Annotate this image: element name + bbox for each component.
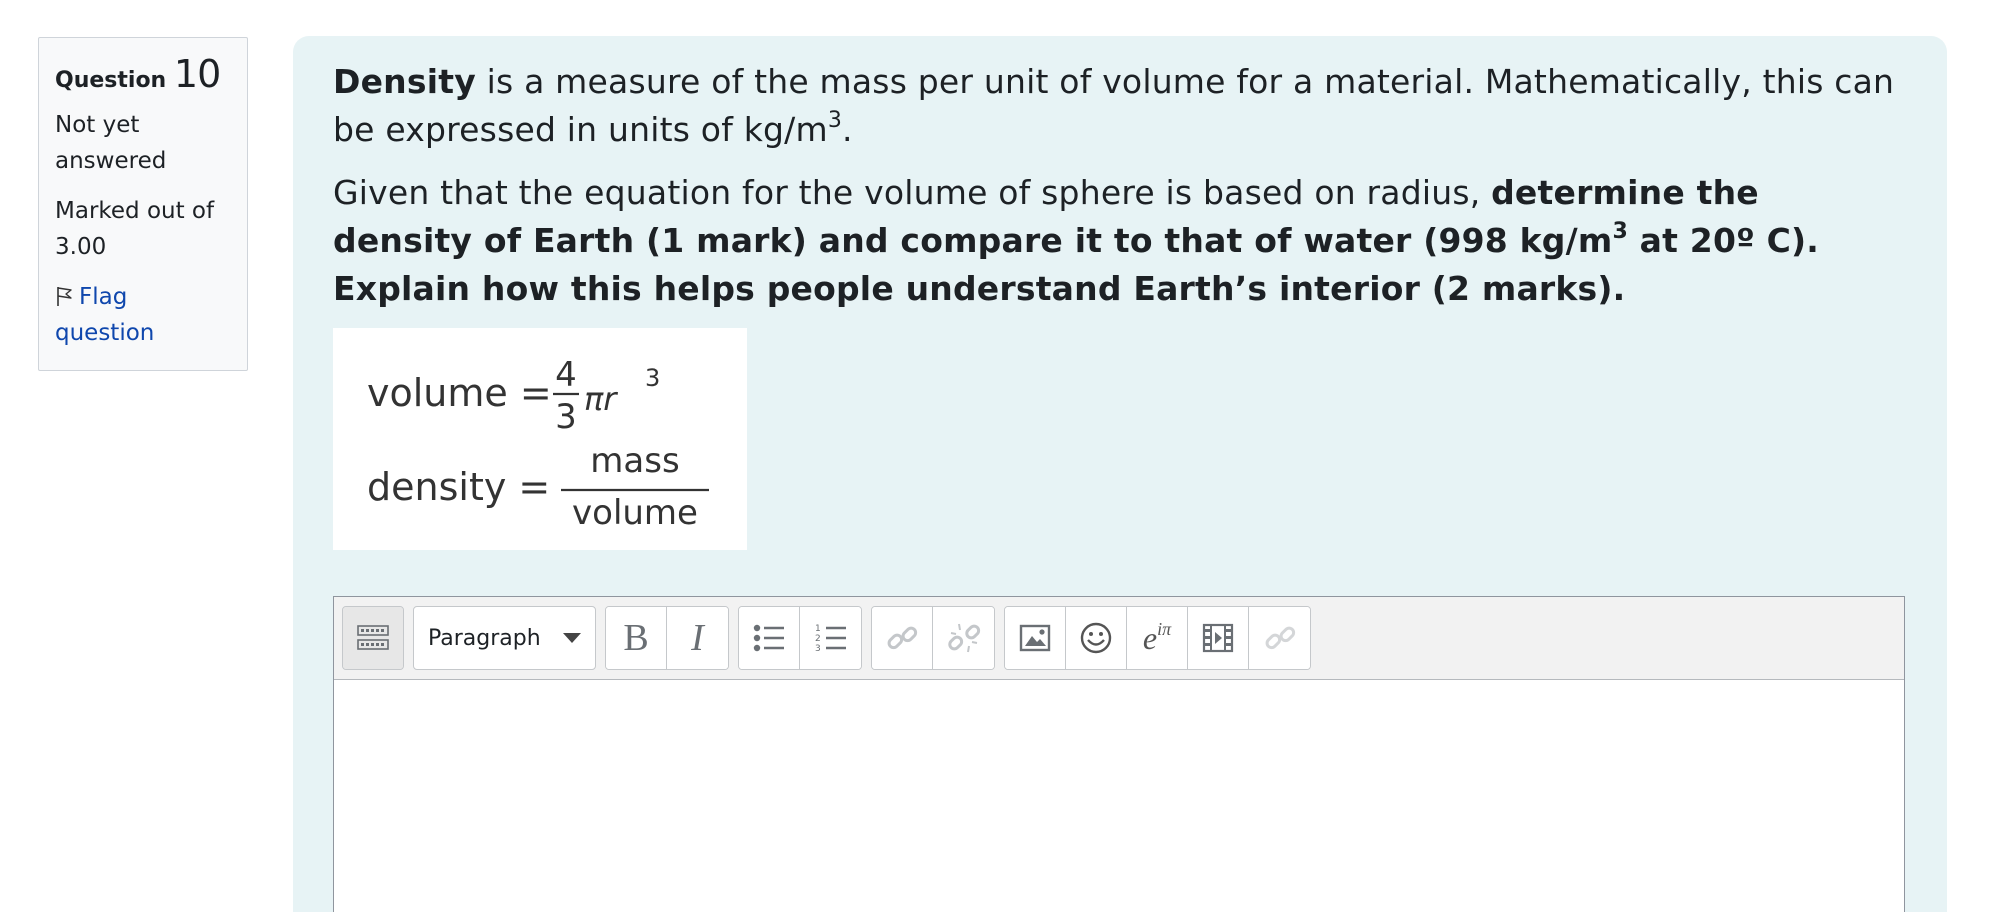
pi-r-term: πr <box>584 380 618 418</box>
chevron-down-icon <box>563 633 581 643</box>
question-number: Question 10 <box>55 52 231 103</box>
toolbar-group-insert: eiπ <box>1004 606 1311 670</box>
svg-text:3: 3 <box>815 644 821 654</box>
question-text: Density is a measure of the mass per uni… <box>333 58 1907 313</box>
question-state: Not yet answered <box>55 112 167 174</box>
media-icon <box>1202 623 1234 653</box>
insert-media-button[interactable] <box>1188 607 1249 669</box>
answer-editor: Paragraph B I 1 2 3 eiπ <box>333 596 1905 912</box>
volume-fraction-numerator: 4 <box>555 355 577 395</box>
toolbar-group-toggle <box>342 606 404 670</box>
density-fraction-denominator: volume <box>572 493 698 533</box>
bold-icon: B <box>623 617 649 659</box>
link-icon <box>887 626 918 650</box>
image-icon <box>1019 624 1051 652</box>
unlink-icon <box>947 623 980 653</box>
ordered-list-icon: 123 <box>815 624 846 654</box>
density-term: Density <box>333 62 476 101</box>
italic-icon: I <box>691 617 704 659</box>
emoji-icon <box>1080 622 1112 654</box>
toolbar-group-style: Paragraph <box>413 606 596 670</box>
link-button[interactable] <box>872 607 933 669</box>
show-more-buttons-button[interactable] <box>343 607 403 669</box>
toolbar-group-format: B I <box>605 606 729 670</box>
italic-button[interactable]: I <box>667 607 728 669</box>
manage-files-button[interactable] <box>1249 607 1310 669</box>
svg-text:1: 1 <box>815 624 821 634</box>
equation-icon: eiπ <box>1142 619 1172 656</box>
question-info-panel: Question 10 Not yet answered Marked out … <box>38 37 248 371</box>
question-number-value: 10 <box>173 52 221 96</box>
unordered-list-button[interactable] <box>739 607 800 669</box>
flag-icon <box>57 287 72 306</box>
question-content: Density is a measure of the mass per uni… <box>293 36 1947 912</box>
toolbar-group-lists: 123 <box>738 606 862 670</box>
svg-text:2: 2 <box>815 634 821 644</box>
unlink-button[interactable] <box>933 607 994 669</box>
flag-question-link[interactable]: Flag question <box>55 279 231 351</box>
paragraph-style-value: Paragraph <box>428 625 541 651</box>
formula-image: volume = 4 3 πr 3 density = mass volume <box>333 328 747 550</box>
unordered-list-icon <box>753 624 784 652</box>
question-label: Question <box>55 68 167 93</box>
question-paragraph-1: Density is a measure of the mass per uni… <box>333 62 1895 149</box>
toolbar-toggle-icon <box>357 625 389 650</box>
volume-fraction-denominator: 3 <box>555 397 577 437</box>
editor-toolbar: Paragraph B I 1 2 3 eiπ <box>334 597 1904 680</box>
ordered-list-button[interactable]: 123 <box>800 607 861 669</box>
answer-text-area[interactable] <box>334 680 1904 912</box>
insert-emoji-button[interactable] <box>1066 607 1127 669</box>
radius-exponent: 3 <box>645 364 660 392</box>
paragraph-style-select[interactable]: Paragraph <box>414 607 595 669</box>
question-paragraph-2: Given that the equation for the volume o… <box>333 173 1820 308</box>
density-formula-label: density = <box>367 465 550 509</box>
volume-formula-label: volume = <box>367 371 552 415</box>
density-fraction-numerator: mass <box>590 441 679 481</box>
insert-image-button[interactable] <box>1005 607 1066 669</box>
toolbar-group-links <box>871 606 995 670</box>
manage-files-icon <box>1265 626 1295 650</box>
insert-equation-button[interactable]: eiπ <box>1127 607 1188 669</box>
bold-button[interactable]: B <box>606 607 667 669</box>
question-grade: Marked out of 3.00 <box>55 198 215 260</box>
